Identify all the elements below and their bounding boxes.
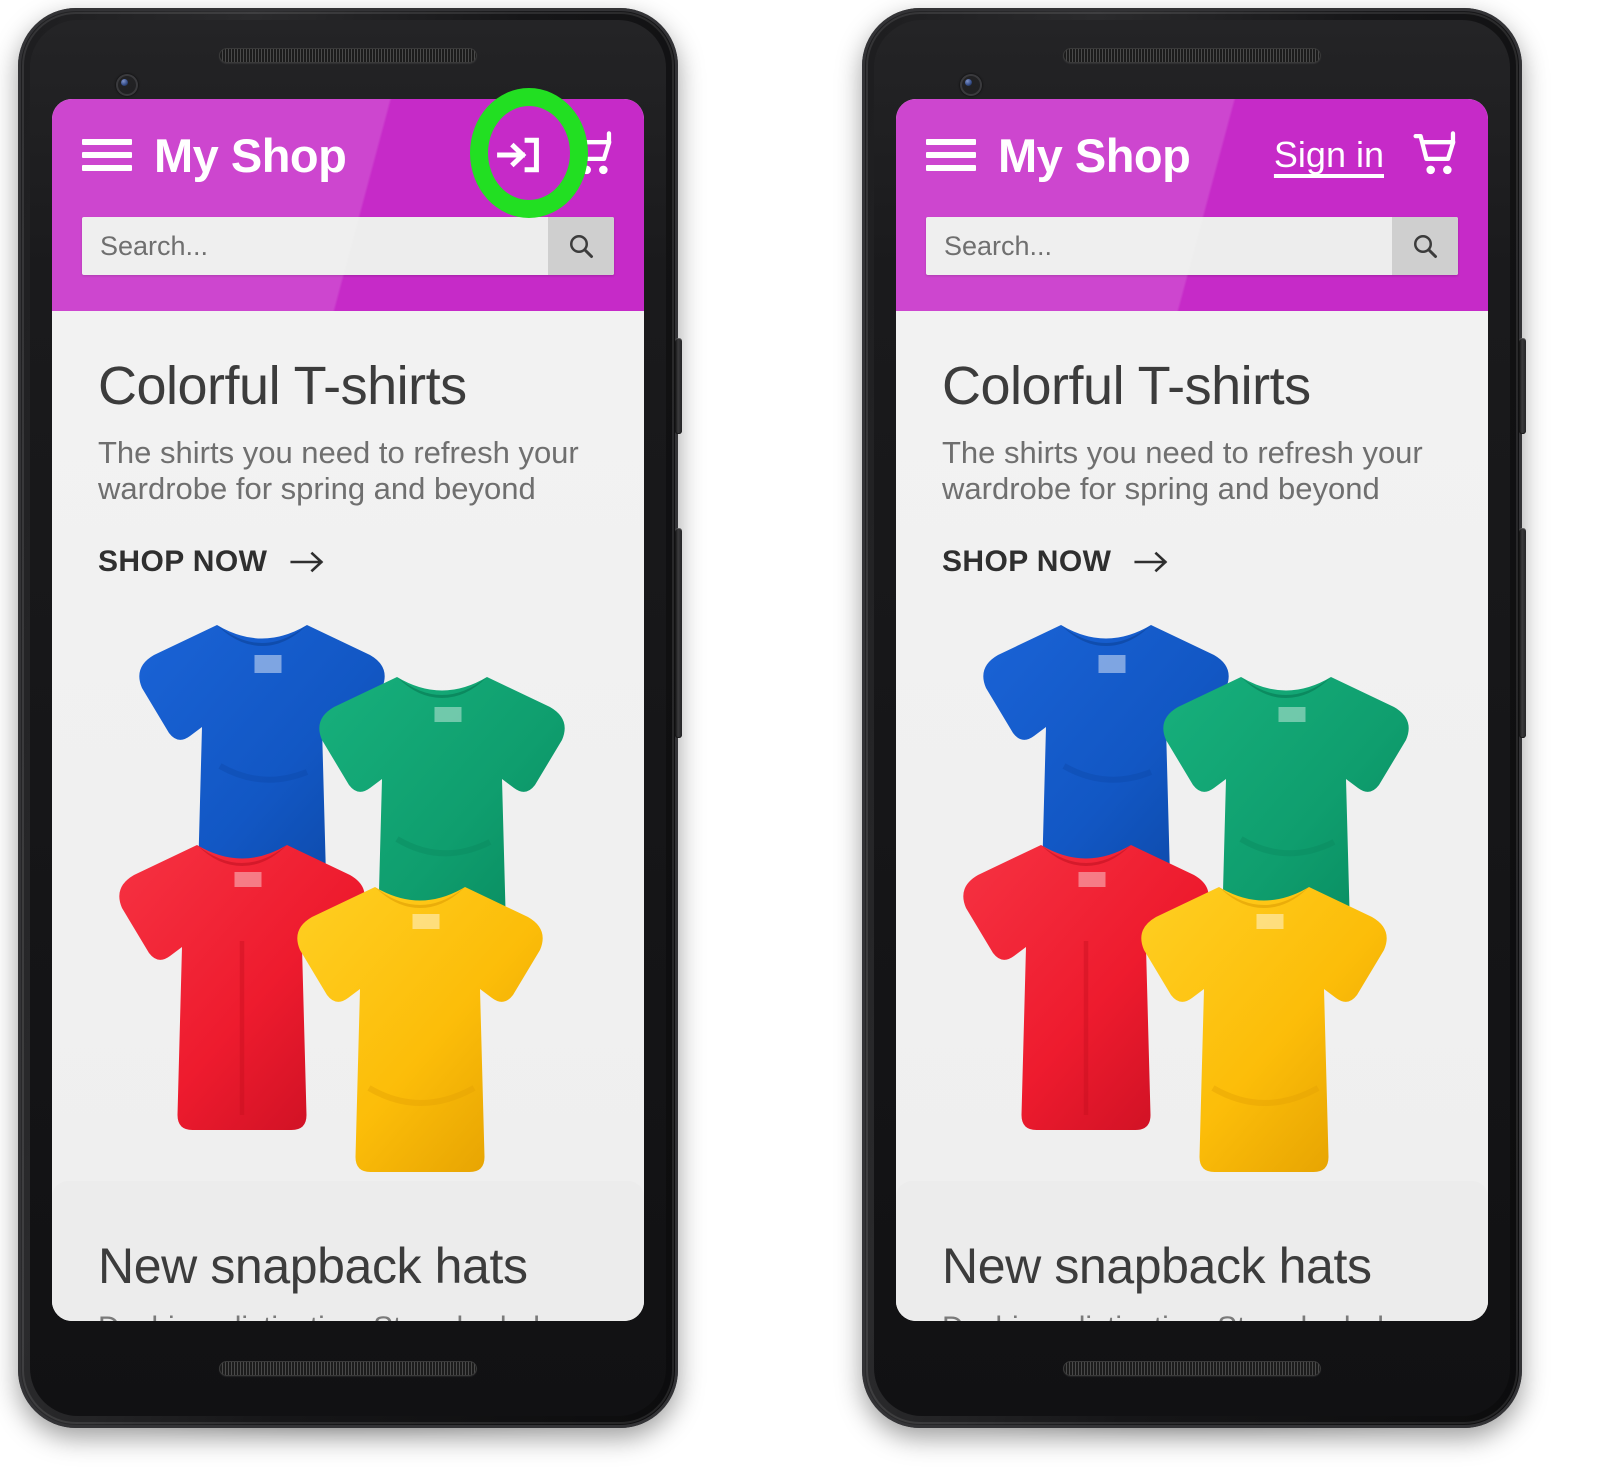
page-title: Colorful T-shirts xyxy=(942,356,1311,416)
tshirt-yellow xyxy=(1141,886,1387,1172)
device-glass: My Shop Sign in Search... Colorful T-shi… xyxy=(874,20,1510,1416)
app-bar: My Shop xyxy=(52,99,644,311)
search-bar[interactable] xyxy=(82,217,614,275)
phone-screen-left: My Shop Search... Colorful T-shirts The … xyxy=(52,99,644,1321)
volume-rocker-button[interactable] xyxy=(675,528,682,738)
earpiece-grille-icon xyxy=(1063,48,1321,63)
search-input[interactable] xyxy=(926,217,1392,275)
hero-subtitle: The shirts you need to refresh your ward… xyxy=(98,435,579,506)
page-title: Colorful T-shirts xyxy=(98,356,467,416)
four-tshirts-image xyxy=(52,591,644,1191)
search-submit-button[interactable] xyxy=(1392,217,1458,275)
earpiece-grille-icon xyxy=(219,48,477,63)
screenshot-stage: My Shop Search... Colorful T-shirts The … xyxy=(0,0,1600,1473)
shop-now-label: SHOP NOW xyxy=(942,544,1112,578)
power-button[interactable] xyxy=(1519,338,1526,434)
phone-screen-right: My Shop Sign in Search... Colorful T-shi… xyxy=(896,99,1488,1321)
shop-now-label: SHOP NOW xyxy=(98,544,268,578)
shop-now-button[interactable]: SHOP NOW xyxy=(896,507,1217,579)
phone-device-left: My Shop Search... Colorful T-shirts The … xyxy=(18,8,682,1434)
arrow-right-icon xyxy=(1134,551,1168,573)
login-arrow-icon[interactable] xyxy=(492,129,544,181)
next-section-card[interactable]: New snapback hats Dashing, distinctive. … xyxy=(896,1181,1488,1321)
page-content: Colorful T-shirts The shirts you need to… xyxy=(52,311,644,1321)
app-title: My Shop xyxy=(998,128,1191,182)
app-title: My Shop xyxy=(154,128,347,182)
hamburger-menu-icon[interactable] xyxy=(82,136,132,174)
search-bar[interactable] xyxy=(926,217,1458,275)
shopping-cart-icon[interactable] xyxy=(1410,128,1464,182)
next-section-subtitle: Dashing, distinctive. Stay shaded on sun… xyxy=(98,1311,644,1321)
search-submit-button[interactable] xyxy=(548,217,614,275)
hero-section: Colorful T-shirts The shirts you need to… xyxy=(896,311,1488,1191)
shopping-cart-icon[interactable] xyxy=(566,128,620,182)
page-content: Colorful T-shirts The shirts you need to… xyxy=(896,311,1488,1321)
arrow-right-icon xyxy=(290,551,324,573)
sign-in-link[interactable]: Sign in xyxy=(1274,134,1384,176)
front-camera-icon xyxy=(960,74,982,96)
power-button[interactable] xyxy=(675,338,682,434)
hamburger-menu-icon[interactable] xyxy=(926,136,976,174)
hero-subtitle: The shirts you need to refresh your ward… xyxy=(942,435,1423,506)
search-magnifier-icon xyxy=(569,234,593,258)
next-section-title: New snapback hats xyxy=(942,1238,1372,1294)
next-section-subtitle: Dashing, distinctive. Stay shaded on sun… xyxy=(942,1311,1488,1321)
speaker-grille-icon xyxy=(219,1361,477,1376)
tshirt-yellow xyxy=(297,886,543,1172)
volume-rocker-button[interactable] xyxy=(1519,528,1526,738)
hero-section: Colorful T-shirts The shirts you need to… xyxy=(52,311,644,1191)
shop-now-button[interactable]: SHOP NOW xyxy=(52,507,373,579)
next-section-title: New snapback hats xyxy=(98,1238,528,1294)
device-glass: My Shop Search... Colorful T-shirts The … xyxy=(30,20,666,1416)
search-magnifier-icon xyxy=(1413,234,1437,258)
app-bar: My Shop Sign in xyxy=(896,99,1488,311)
four-tshirts-image xyxy=(896,591,1488,1191)
phone-device-right: My Shop Sign in Search... Colorful T-shi… xyxy=(862,8,1526,1434)
next-section-card[interactable]: New snapback hats Dashing, distinctive. … xyxy=(52,1181,644,1321)
speaker-grille-icon xyxy=(1063,1361,1321,1376)
front-camera-icon xyxy=(116,74,138,96)
search-input[interactable] xyxy=(82,217,548,275)
